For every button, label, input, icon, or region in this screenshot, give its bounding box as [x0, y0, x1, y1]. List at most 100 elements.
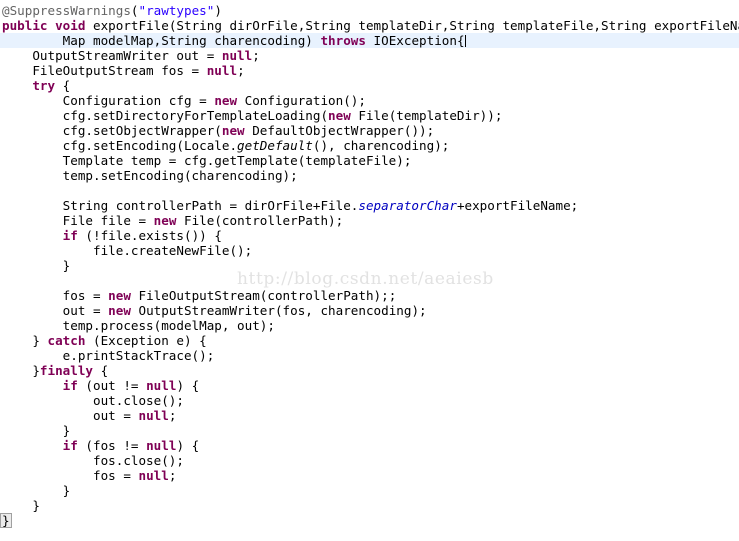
code-line[interactable]: FileOutputStream fos = null;: [0, 63, 739, 78]
bracket-match-highlight: }: [0, 513, 12, 528]
code-line[interactable]: fos = new FileOutputStream(controllerPat…: [0, 288, 739, 303]
code-line[interactable]: file.createNewFile();: [0, 243, 739, 258]
code-line[interactable]: }finally {: [0, 363, 739, 378]
code-token-plain: (Exception e) {: [85, 333, 207, 348]
code-token-plain: }: [2, 258, 71, 273]
code-line[interactable]: Configuration cfg = new Configuration();: [0, 93, 739, 108]
code-line[interactable]: }: [0, 483, 739, 498]
code-token-plain: Map modelMap,String charencoding): [2, 33, 321, 48]
code-line[interactable]: out.close();: [0, 393, 739, 408]
code-token-plain: }: [2, 498, 40, 513]
code-token-plain: }: [2, 363, 40, 378]
code-token-str: "rawtypes": [138, 3, 215, 18]
code-token-plain: FileOutputStream fos =: [2, 63, 207, 78]
code-token-plain: ): [214, 3, 222, 18]
code-line[interactable]: out = null;: [0, 408, 739, 423]
code-token-kw: null: [138, 468, 169, 483]
code-line[interactable]: }: [0, 423, 739, 438]
code-token-kw: new: [214, 93, 238, 108]
code-token-plain: ;: [168, 468, 177, 483]
code-line[interactable]: String controllerPath = dirOrFile+File.s…: [0, 198, 739, 213]
code-line[interactable]: temp.setEncoding(charencoding);: [0, 168, 739, 183]
code-token-plain: ) {: [176, 438, 200, 453]
code-token-kw: catch: [47, 333, 86, 348]
code-line[interactable]: fos.close();: [0, 453, 739, 468]
code-line[interactable]: cfg.setDirectoryForTemplateLoading(new F…: [0, 108, 739, 123]
code-token-plain: FileOutputStream(controllerPath);;: [130, 288, 397, 303]
code-line[interactable]: OutputStreamWriter out = null;: [0, 48, 739, 63]
code-line[interactable]: [0, 273, 739, 288]
text-caret: [464, 35, 466, 47]
code-token-plain: cfg.setEncoding(Locale.: [2, 138, 238, 153]
code-line[interactable]: cfg.setObjectWrapper(new DefaultObjectWr…: [0, 123, 739, 138]
code-line[interactable]: if (fos != null) {: [0, 438, 739, 453]
code-token-ann: @SuppressWarnings: [2, 3, 131, 18]
code-token-plain: ;: [252, 48, 260, 63]
code-token-plain: (!file.exists()) {: [77, 228, 222, 243]
code-text-area[interactable]: @SuppressWarnings("rawtypes") public void…: [0, 0, 739, 528]
code-line[interactable]: File file = new File(controllerPath);: [0, 213, 739, 228]
code-token-plain: Template temp = cfg.getTemplate(template…: [2, 153, 412, 168]
code-token-plain: File(controllerPath);: [176, 213, 344, 228]
code-line[interactable]: Template temp = cfg.getTemplate(template…: [0, 153, 739, 168]
code-token-kw: null: [146, 438, 177, 453]
code-line[interactable]: fos = null;: [0, 468, 739, 483]
code-token-kw: null: [138, 408, 169, 423]
code-line[interactable]: out = new OutputStreamWriter(fos, charen…: [0, 303, 739, 318]
code-token-plain: DefaultObjectWrapper());: [244, 123, 435, 138]
code-token-plain: out.close();: [2, 393, 184, 408]
code-line[interactable]: [0, 183, 739, 198]
code-token-plain: fos.close();: [2, 453, 184, 468]
code-token-kw: null: [206, 63, 238, 78]
code-token-plain: ) {: [176, 378, 200, 393]
code-line[interactable]: if (out != null) {: [0, 378, 739, 393]
code-line[interactable]: try {: [0, 78, 739, 93]
code-token-plain: Configuration cfg =: [2, 93, 215, 108]
code-token-plain: temp.process(modelMap, out);: [2, 318, 275, 333]
code-token-plain: ;: [237, 63, 245, 78]
code-token-plain: Configuration();: [237, 93, 366, 108]
code-token-stat: separatorChar: [358, 198, 457, 213]
code-line[interactable]: @SuppressWarnings("rawtypes"): [0, 3, 739, 18]
code-token-kw: new: [221, 123, 245, 138]
code-token-plain: IOException{: [365, 33, 465, 48]
code-token-plain: (out !=: [77, 378, 147, 393]
code-token-plain: (), charencoding);: [312, 138, 450, 153]
code-token-plain: file.createNewFile();: [2, 243, 253, 258]
code-token-plain: fos =: [2, 288, 109, 303]
code-line[interactable]: public void exportFile(String dirOrFile,…: [0, 18, 739, 33]
code-token-kw: null: [221, 48, 253, 63]
code-token-plain: {: [93, 363, 109, 378]
code-token-kw: new: [108, 303, 131, 318]
code-token-plain: out =: [2, 303, 109, 318]
code-line[interactable]: if (!file.exists()) {: [0, 228, 739, 243]
code-line[interactable]: }: [0, 513, 739, 528]
code-line[interactable]: }: [0, 258, 739, 273]
code-token-plain: File file =: [2, 213, 154, 228]
code-token-kw: new: [108, 288, 131, 303]
code-token-kw: if: [62, 378, 78, 393]
code-token-plain: (fos !=: [77, 438, 147, 453]
code-line[interactable]: }: [0, 498, 739, 513]
code-editor-canvas[interactable]: http://blog.csdn.net/aeaiesb @SuppressWa…: [0, 0, 739, 541]
code-line[interactable]: Map modelMap,String charencoding) throws…: [0, 33, 739, 48]
code-token-plain: (: [130, 3, 139, 18]
code-line[interactable]: } catch (Exception e) {: [0, 333, 739, 348]
code-token-plain: cfg.setDirectoryForTemplateLoading(: [2, 108, 329, 123]
code-token-kw: throws: [320, 33, 366, 48]
code-token-kw: finally: [39, 363, 93, 378]
code-token-statm: getDefault: [237, 138, 313, 153]
code-token-plain: out =: [2, 408, 139, 423]
code-token-plain: temp.setEncoding(charencoding);: [2, 168, 298, 183]
code-token-plain: exportFile(String dirOrFile,String templ…: [85, 18, 739, 33]
code-line[interactable]: cfg.setEncoding(Locale.getDefault(), cha…: [0, 138, 739, 153]
code-line[interactable]: temp.process(modelMap, out);: [0, 318, 739, 333]
code-line[interactable]: e.printStackTrace();: [0, 348, 739, 363]
code-token-plain: ;: [168, 408, 177, 423]
code-token-plain: File(templateDir));: [350, 108, 503, 123]
code-token-plain: +exportFileName;: [456, 198, 579, 213]
